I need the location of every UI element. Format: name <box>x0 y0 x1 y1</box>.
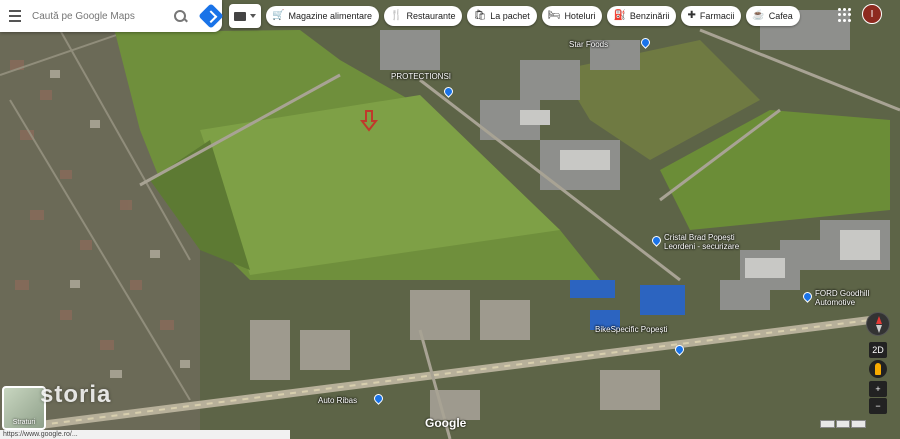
google-logo: Google <box>425 416 467 430</box>
takeout-bag-icon: 🛍 <box>473 10 487 21</box>
place-label-ford[interactable]: FORD Goodhill Automotive <box>815 289 880 307</box>
map-type-toggle-button[interactable] <box>229 4 261 28</box>
search-box <box>0 0 224 32</box>
hamburger-menu-icon[interactable] <box>4 0 26 32</box>
place-label-cristal[interactable]: Cristal Brad Popești Leordeni - securiza… <box>664 233 764 251</box>
bed-icon: 🛏 <box>547 10 561 21</box>
location-marker-arrow-icon <box>360 110 378 132</box>
chip-hotels[interactable]: 🛏 Hoteluri <box>541 6 603 26</box>
chip-grocery[interactable]: 🛒 Magazine alimentare <box>266 6 379 26</box>
satellite-map[interactable] <box>0 0 900 439</box>
cart-icon: 🛒 <box>272 10 285 21</box>
layers-label: Straturi <box>12 419 36 426</box>
status-url: https://www.google.ro/... <box>0 430 290 439</box>
google-apps-icon[interactable] <box>838 8 852 22</box>
map-card-icon <box>234 11 246 21</box>
place-label-protectionsi[interactable]: PROTECTIONSI <box>391 72 451 81</box>
coffee-cup-icon: ☕ <box>752 10 765 21</box>
place-label-bike-specific[interactable]: BikeSpecific Popești <box>595 325 675 334</box>
search-input[interactable] <box>32 10 168 22</box>
category-chips: 🛒 Magazine alimentare 🍴 Restaurante 🛍 La… <box>266 6 800 26</box>
fuel-pump-icon: ⛽ <box>613 10 626 21</box>
chip-label: Restaurante <box>406 11 456 21</box>
zoom-out-button[interactable]: − <box>869 398 887 414</box>
watermark-logo: storia <box>40 381 112 408</box>
directions-icon[interactable] <box>198 3 224 29</box>
chip-label: Benzinării <box>629 11 670 21</box>
tilt-2d-button[interactable]: 2D <box>869 342 887 358</box>
chevron-down-icon <box>250 14 256 18</box>
street-view-pegman-icon[interactable] <box>869 360 887 378</box>
chip-pharmacies[interactable]: ✚ Farmacii <box>681 6 742 26</box>
chip-label: Magazine alimentare <box>288 11 372 21</box>
chip-label: Farmacii <box>699 11 735 21</box>
chip-label: Cafea <box>768 11 793 21</box>
pharmacy-icon: ✚ <box>687 10 696 21</box>
chip-takeout[interactable]: 🛍 La pachet <box>467 6 537 26</box>
map-scale-bar[interactable] <box>820 420 867 428</box>
compass-icon[interactable] <box>866 312 890 336</box>
chip-gas-stations[interactable]: ⛽ Benzinării <box>607 6 677 26</box>
chip-label: La pachet <box>490 11 530 21</box>
place-label-auto-ribas[interactable]: Auto Ribas <box>318 396 357 405</box>
account-avatar[interactable]: I <box>862 4 882 24</box>
chip-restaurants[interactable]: 🍴 Restaurante <box>384 6 463 26</box>
search-icon[interactable] <box>172 8 188 24</box>
chip-coffee[interactable]: ☕ Cafea <box>746 6 800 26</box>
zoom-in-button[interactable]: + <box>869 381 887 397</box>
fork-knife-icon: 🍴 <box>390 10 403 21</box>
satellite-imagery <box>0 0 900 439</box>
chip-label: Hoteluri <box>564 11 596 21</box>
place-label-star-foods[interactable]: Star Foods <box>569 40 608 49</box>
